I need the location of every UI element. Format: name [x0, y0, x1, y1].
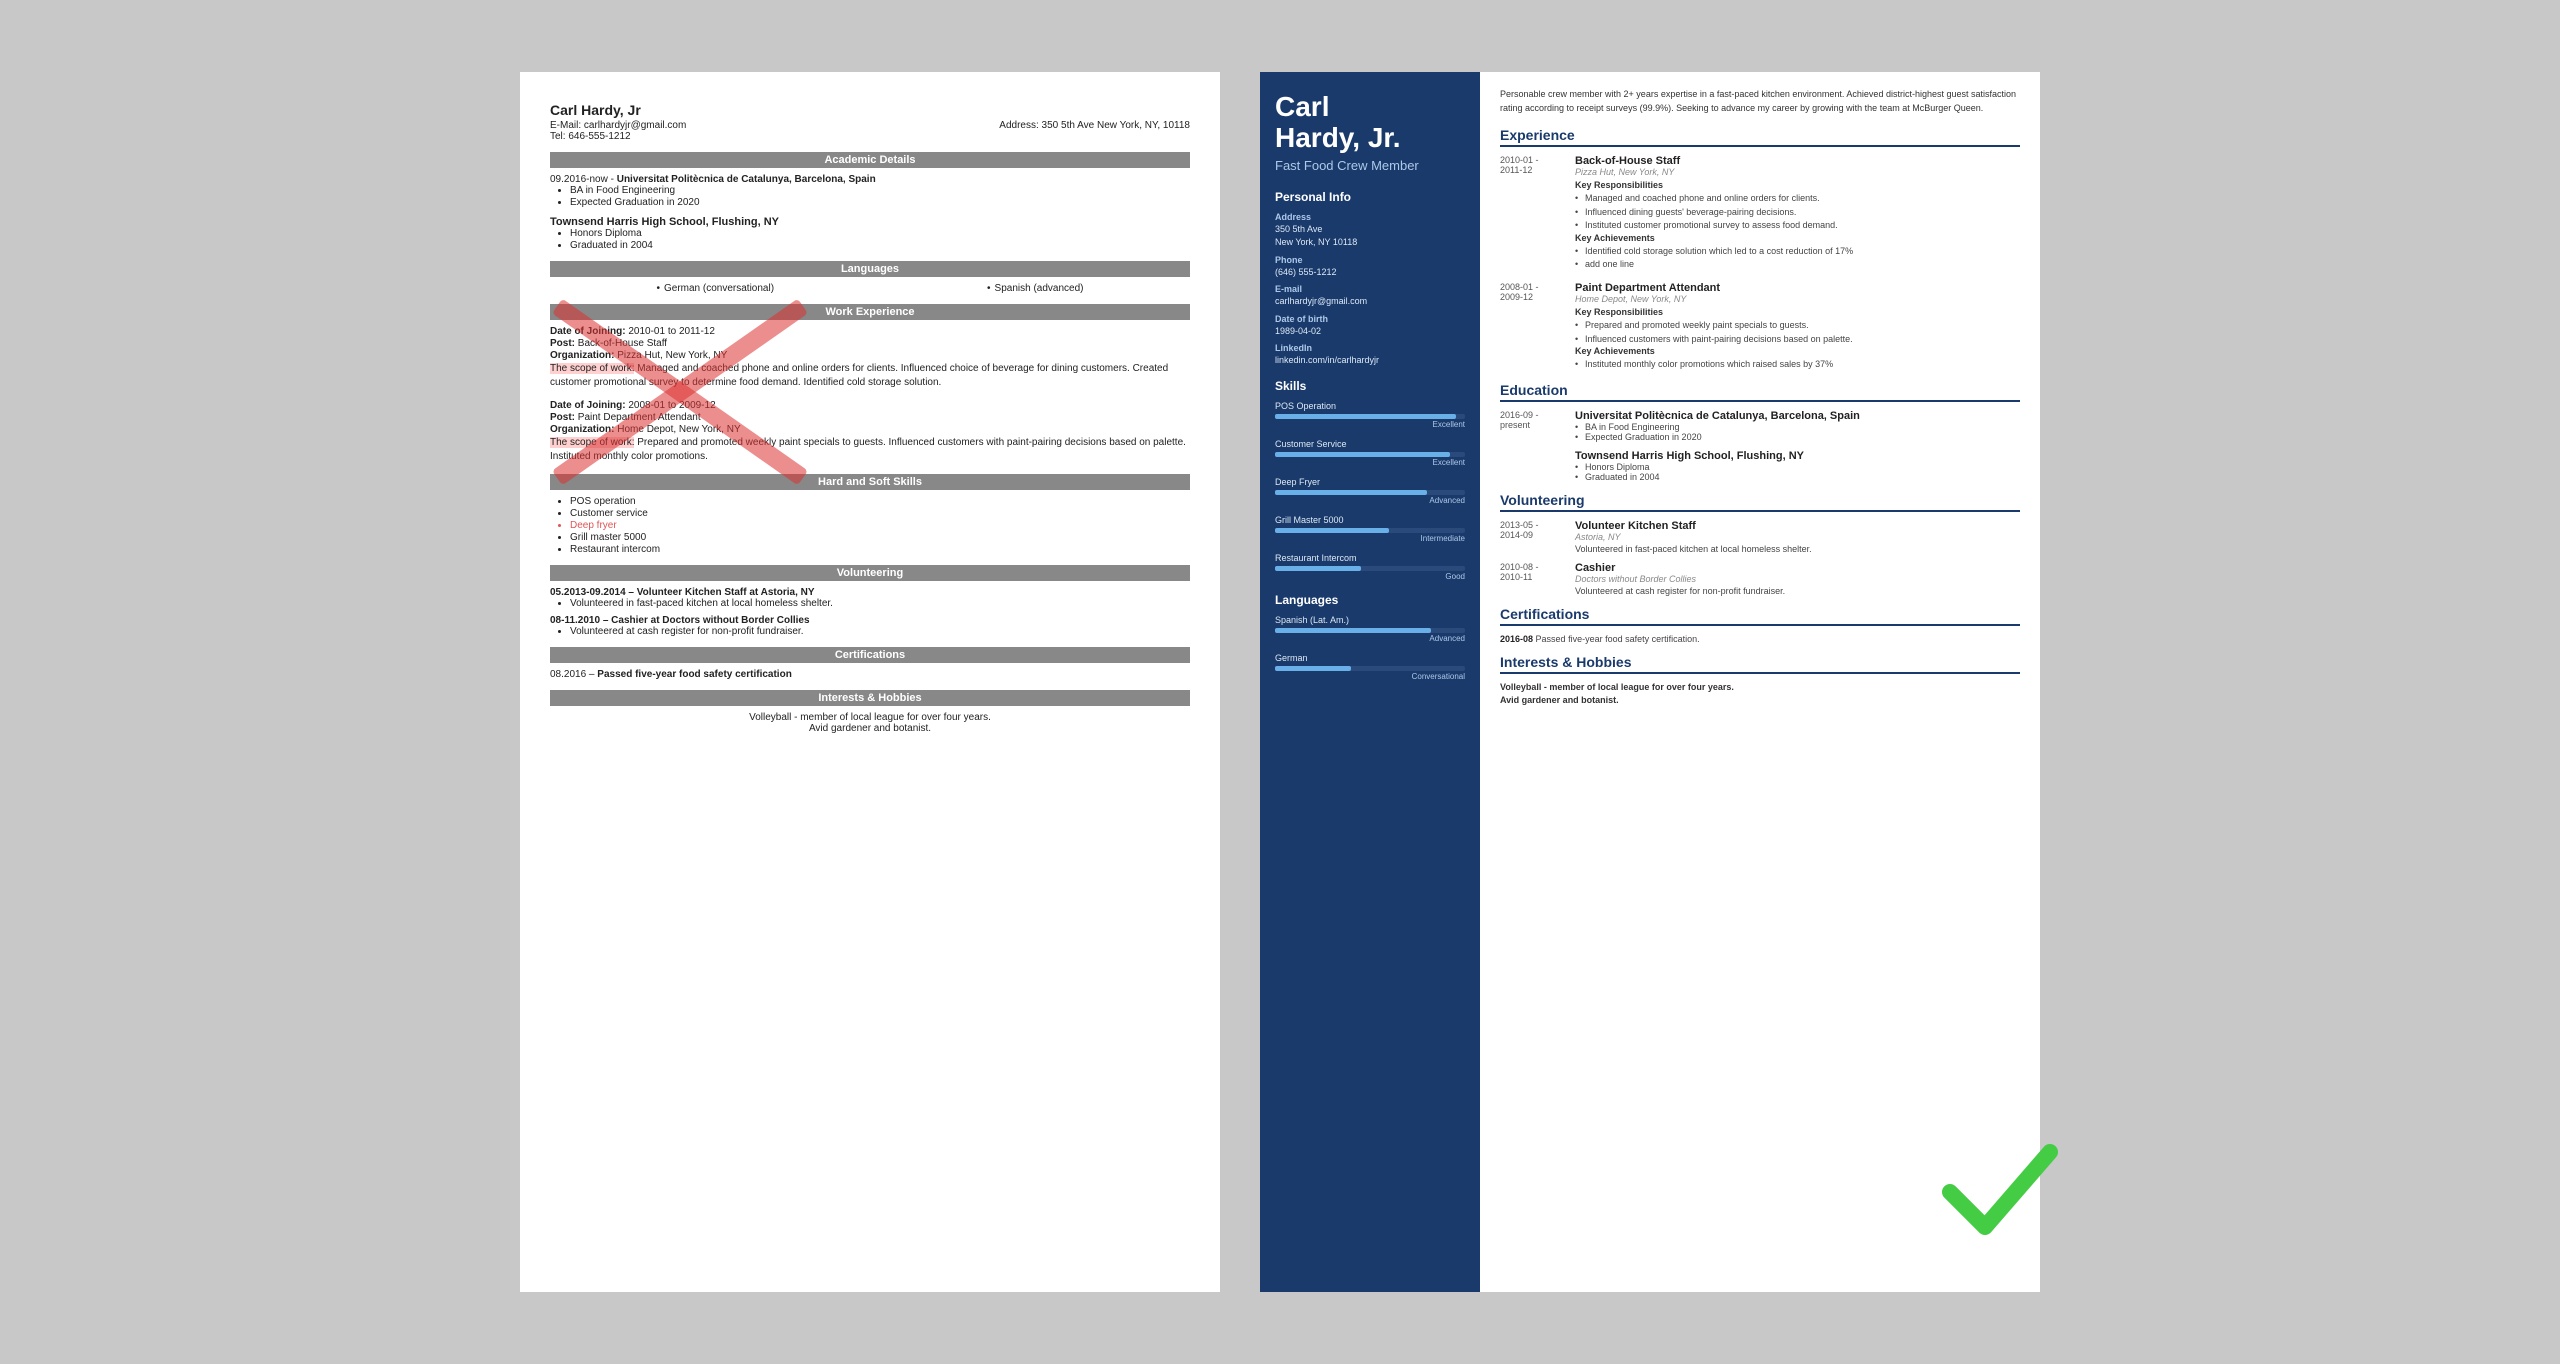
- edu-right-1: Townsend Harris High School, Flushing, N…: [1500, 450, 2020, 482]
- edu-entry-1: 09.2016-now - Universitat Politècnica de…: [550, 174, 1190, 208]
- exp-0-dates: 2010-01 -2011-12: [1500, 155, 1565, 272]
- left-tel-line: Tel: 646-555-1212: [550, 131, 1190, 142]
- edu-entry-2: Townsend Harris High School, Flushing, N…: [550, 216, 1190, 251]
- address-label: Address:: [999, 120, 1038, 131]
- lang-item-0: Spanish (Lat. Am.) Advanced: [1275, 615, 1465, 643]
- sidebar-name: Carl Hardy, Jr.: [1275, 92, 1465, 154]
- interests-divider: Interests & Hobbies: [550, 690, 1190, 706]
- email-label-r: E-mail: [1275, 284, 1465, 294]
- lang-row: • German (conversational) • Spanish (adv…: [550, 283, 1190, 294]
- languages-title-r: Languages: [1275, 593, 1465, 607]
- left-name: Carl Hardy, Jr: [550, 102, 1190, 118]
- cert-section-title: Certifications: [1500, 606, 2020, 626]
- skill-item-2: Deep Fryer Advanced: [1275, 477, 1465, 505]
- academic-divider: Academic Details: [550, 152, 1190, 168]
- right-sidebar: Carl Hardy, Jr. Fast Food Crew Member Pe…: [1260, 72, 1480, 1292]
- work-divider: Work Experience: [550, 304, 1190, 320]
- cert-0: 08.2016 – Passed five-year food safety c…: [550, 669, 1190, 680]
- skill-4: Restaurant intercom: [570, 544, 1190, 555]
- skill-item-1: Customer Service Excellent: [1275, 439, 1465, 467]
- edu-bullet-1-0: BA in Food Engineering: [570, 185, 1190, 196]
- skill-item-0: POS Operation Excellent: [1275, 401, 1465, 429]
- work-entry-1: Date of Joining: 2008-01 to 2009-12 Post…: [550, 400, 1190, 464]
- edu-school-1: Universitat Politècnica de Catalunya, Ba…: [617, 174, 876, 185]
- cert-divider: Certifications: [550, 647, 1190, 663]
- interests-section-title: Interests & Hobbies: [1500, 654, 2020, 674]
- vol-entry-0: 05.2013-09.2014 – Volunteer Kitchen Staf…: [550, 587, 1190, 609]
- skill-1: Customer service: [570, 508, 1190, 519]
- edu-bullet-2-0: Honors Diploma: [570, 228, 1190, 239]
- exp-section-title: Experience: [1500, 127, 2020, 147]
- phone-value: (646) 555-1212: [1275, 266, 1465, 279]
- exp-1-dates: 2008-01 -2009-12: [1500, 282, 1565, 372]
- phone-label: Phone: [1275, 255, 1465, 265]
- vol-right-1: 2010-08 -2010-11 Cashier Doctors without…: [1500, 562, 2020, 596]
- left-resume: Carl Hardy, Jr E-Mail: carlhardyjr@gmail…: [520, 72, 1220, 1292]
- green-check-icon: [1940, 1132, 2060, 1252]
- address-value: 350 5th AveNew York, NY 10118: [1275, 223, 1465, 248]
- vol-divider: Volunteering: [550, 565, 1190, 581]
- dob-label: Date of birth: [1275, 314, 1465, 324]
- skills-title-r: Skills: [1275, 379, 1465, 393]
- vol-section-title: Volunteering: [1500, 492, 2020, 512]
- left-contact: E-Mail: carlhardyjr@gmail.com Address: 3…: [550, 120, 1190, 131]
- skill-item-4: Restaurant Intercom Good: [1275, 553, 1465, 581]
- left-address: 350 5th Ave New York, NY, 10118: [1042, 120, 1190, 131]
- sidebar-title: Fast Food Crew Member: [1275, 158, 1465, 175]
- exp-0: 2010-01 -2011-12 Back-of-House Staff Piz…: [1500, 155, 2020, 272]
- email-value-r: carlhardyjr@gmail.com: [1275, 295, 1465, 308]
- interests-text: Volleyball - member of local league for …: [550, 712, 1190, 734]
- skill-2: Deep fryer: [570, 520, 1190, 531]
- vol-entry-1: 08-11.2010 – Cashier at Doctors without …: [550, 615, 1190, 637]
- hobby-1: Avid gardener and botanist.: [1500, 695, 2020, 705]
- linkedin-label: LinkedIn: [1275, 343, 1465, 353]
- right-resume: Carl Hardy, Jr. Fast Food Crew Member Pe…: [1260, 72, 2040, 1292]
- lang-1: Spanish (advanced): [995, 283, 1084, 294]
- email-label: E-Mail:: [550, 120, 581, 131]
- edu-section-title: Education: [1500, 382, 2020, 402]
- left-email: carlhardyjr@gmail.com: [584, 120, 686, 131]
- skills-divider: Hard and Soft Skills: [550, 474, 1190, 490]
- skill-item-3: Grill Master 5000 Intermediate: [1275, 515, 1465, 543]
- personal-info-title: Personal Info: [1275, 190, 1465, 204]
- skill-0: POS operation: [570, 496, 1190, 507]
- skill-3: Grill master 5000: [570, 532, 1190, 543]
- exp-1: 2008-01 -2009-12 Paint Department Attend…: [1500, 282, 2020, 372]
- linkedin-value: linkedin.com/in/carlhardyjr: [1275, 354, 1465, 367]
- edu-bullet-1-1: Expected Graduation in 2020: [570, 197, 1190, 208]
- work-entry-0: Date of Joining: 2010-01 to 2011-12 Post…: [550, 326, 1190, 390]
- cert-right-0: 2016-08 Passed five-year food safety cer…: [1500, 634, 2020, 644]
- hobby-0: Volleyball - member of local league for …: [1500, 682, 2020, 692]
- dob-value: 1989-04-02: [1275, 325, 1465, 338]
- edu-school-2: Townsend Harris High School, Flushing, N…: [550, 216, 1190, 228]
- left-address-line: Address: 350 5th Ave New York, NY, 10118: [999, 120, 1190, 131]
- edu-date-1: 09.2016-now - Universitat Politècnica de…: [550, 174, 1190, 185]
- vol-right-0: 2013-05 -2014-09 Volunteer Kitchen Staff…: [1500, 520, 2020, 554]
- edu-bullet-2-1: Graduated in 2004: [570, 240, 1190, 251]
- languages-divider: Languages: [550, 261, 1190, 277]
- skills-list: POS operation Customer service Deep frye…: [550, 496, 1190, 555]
- lang-item-1: German Conversational: [1275, 653, 1465, 681]
- edu-right-0: 2016-09 -present Universitat Politècnica…: [1500, 410, 2020, 442]
- left-email-line: E-Mail: carlhardyjr@gmail.com: [550, 120, 686, 131]
- right-main: Personable crew member with 2+ years exp…: [1480, 72, 2040, 1292]
- address-label: Address: [1275, 212, 1465, 222]
- summary: Personable crew member with 2+ years exp…: [1500, 88, 2020, 115]
- lang-0: German (conversational): [664, 283, 774, 294]
